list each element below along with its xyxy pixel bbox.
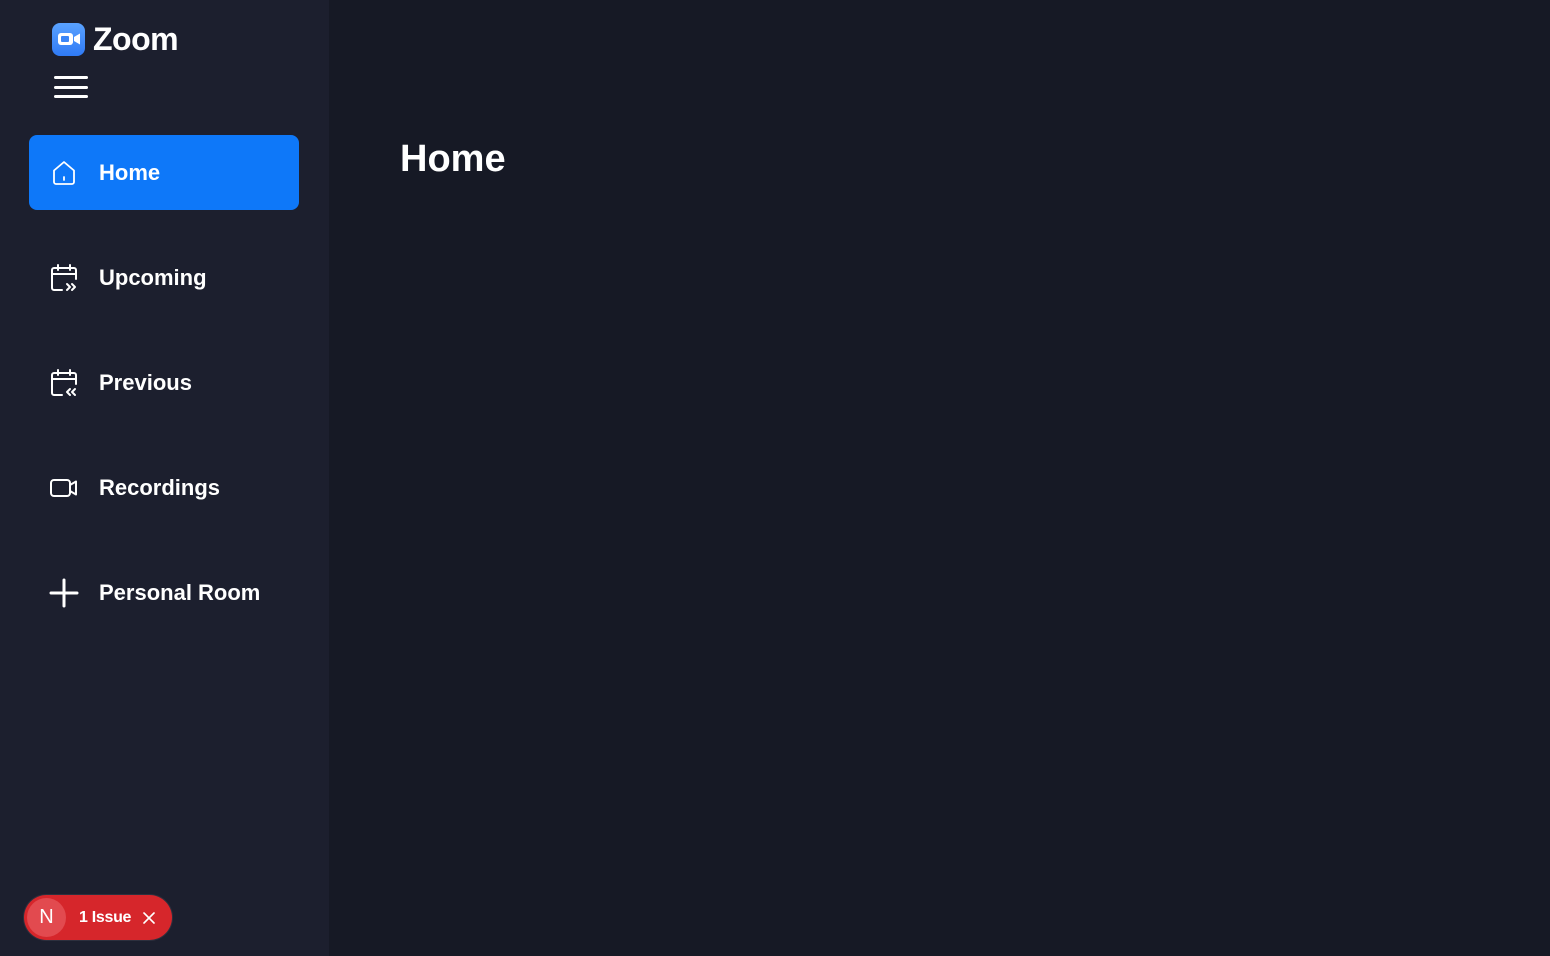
sidebar-item-personal-room[interactable]: Personal Room — [29, 555, 299, 630]
app-window: Zoom Home Upcoming Previous Recordings P… — [0, 0, 1550, 956]
close-icon[interactable] — [141, 910, 157, 926]
calendar-back-icon — [48, 367, 80, 399]
plus-icon — [48, 577, 80, 609]
calendar-forward-icon — [48, 262, 80, 294]
video-camera-icon — [52, 22, 85, 56]
issue-count-label: 1 Issue — [79, 908, 132, 926]
sidebar-item-label: Upcoming — [99, 264, 207, 290]
sidebar-item-label: Previous — [99, 369, 192, 395]
app-name: Zoom — [93, 20, 179, 57]
avatar: N — [27, 898, 66, 937]
sidebar-item-upcoming[interactable]: Upcoming — [29, 240, 299, 315]
sidebar-item-home[interactable]: Home — [29, 135, 299, 210]
page-title: Home — [400, 138, 506, 180]
app-logo[interactable]: Zoom — [52, 20, 179, 57]
hamburger-menu-icon[interactable] — [52, 74, 90, 100]
sidebar-item-label: Recordings — [99, 474, 221, 500]
sidebar-item-previous[interactable]: Previous — [29, 345, 299, 420]
home-icon — [48, 157, 80, 189]
sidebar: Zoom Home Upcoming Previous Recordings P… — [0, 0, 329, 956]
sidebar-item-label: Home — [99, 159, 161, 185]
video-icon — [48, 472, 80, 504]
sidebar-item-label: Personal Room — [99, 579, 261, 605]
issue-badge[interactable]: N 1 Issue — [24, 895, 172, 940]
sidebar-item-recordings[interactable]: Recordings — [29, 450, 299, 525]
